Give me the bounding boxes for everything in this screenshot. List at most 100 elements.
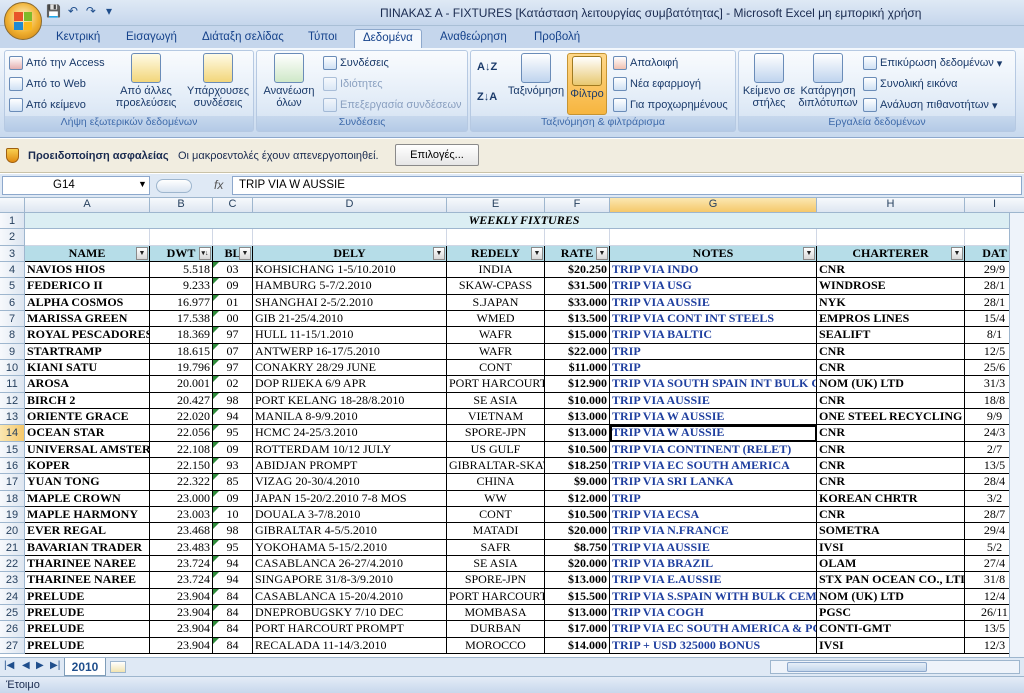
table-cell[interactable]: DNEPROBUGSKY 7/10 DEC [253, 604, 447, 622]
tab-data[interactable]: Δεδομένα [354, 29, 422, 48]
horizontal-scrollbar[interactable] [770, 660, 1020, 674]
table-cell[interactable]: 07 [213, 343, 253, 360]
table-cell[interactable]: NOM (UK) LTD [817, 588, 965, 605]
table-cell[interactable]: FEDERICO II [25, 278, 150, 295]
column-header-d[interactable]: D [253, 198, 447, 213]
table-cell[interactable]: ABIDJAN PROMPT [253, 457, 447, 475]
empty-cell[interactable] [25, 229, 150, 246]
table-cell[interactable]: 17.538 [150, 310, 213, 328]
clear-filter-button[interactable]: Απαλοιφή [613, 56, 678, 70]
table-cell[interactable]: MAPLE HARMONY [25, 506, 150, 524]
empty-cell[interactable] [545, 229, 610, 246]
table-cell[interactable]: AROSA [25, 376, 150, 393]
row-header[interactable]: 1 [0, 213, 25, 230]
row-header[interactable]: 27 [0, 637, 25, 654]
table-cell[interactable]: PORT KELANG 18-28/8.2010 [253, 392, 447, 409]
options-button[interactable]: Επιλογές... [395, 144, 479, 166]
table-cell[interactable]: KIANI SATU [25, 359, 150, 377]
last-sheet-icon[interactable]: ▶| [50, 660, 60, 671]
undo-icon[interactable]: ↶ [67, 4, 79, 18]
column-header-e[interactable]: E [447, 198, 545, 213]
header-cell-redely[interactable]: REDELY ▼ [447, 245, 545, 262]
table-cell[interactable]: 23.904 [150, 621, 213, 638]
name-box[interactable]: G14 [2, 176, 150, 195]
table-cell[interactable]: 16.977 [150, 294, 213, 311]
tab-formulas[interactable]: Τύποι [300, 29, 345, 48]
table-cell[interactable]: OCEAN STAR [25, 425, 150, 442]
table-cell[interactable]: SHANGHAI 2-5/2.2010 [253, 294, 447, 311]
table-cell[interactable]: 23.724 [150, 572, 213, 589]
table-cell[interactable]: CNR [817, 474, 965, 491]
table-cell[interactable]: 23.468 [150, 523, 213, 540]
table-cell[interactable]: $13.000 [545, 604, 610, 622]
row-header[interactable]: 11 [0, 376, 25, 393]
row-header[interactable]: 17 [0, 474, 25, 491]
row-header[interactable]: 26 [0, 621, 25, 638]
table-cell[interactable]: WW [447, 490, 545, 507]
table-cell[interactable]: KOHSICHANG 1-5/10.2010 [253, 261, 447, 279]
filter-dropdown-icon[interactable]: ▼ [433, 246, 445, 260]
table-cell[interactable]: $33.000 [545, 294, 610, 311]
table-cell[interactable]: STARTRAMP [25, 343, 150, 360]
remove-duplicates-button[interactable]: Κατάργηση διπλότυπων [797, 53, 859, 109]
table-cell[interactable]: PRELUDE [25, 604, 150, 622]
table-cell[interactable]: TRIP VIA COGH [610, 604, 817, 622]
table-cell[interactable]: SEALIFT [817, 327, 965, 344]
table-cell[interactable]: TRIP VIA AUSSIE [610, 392, 817, 409]
row-header[interactable]: 13 [0, 408, 25, 426]
table-cell[interactable]: $8.750 [545, 539, 610, 556]
table-cell[interactable]: 20.427 [150, 392, 213, 409]
row-header[interactable]: 10 [0, 359, 25, 377]
table-cell[interactable]: SAFR [447, 539, 545, 556]
table-cell[interactable]: EVER REGAL [25, 523, 150, 540]
from-access-button[interactable]: Από την Access [9, 56, 105, 70]
table-cell[interactable]: GIB 21-25/4.2010 [253, 310, 447, 328]
header-cell-rate[interactable]: RATE ▼ [545, 245, 610, 262]
from-text-button[interactable]: Από κείμενο [9, 98, 86, 112]
namebox-dropdown-icon[interactable]: ▼ [138, 179, 147, 189]
table-cell[interactable]: $15.000 [545, 327, 610, 344]
reapply-button[interactable]: Νέα εφαρμογή [613, 77, 701, 91]
header-cell-charterer[interactable]: CHARTERER ▼ [817, 245, 965, 262]
table-cell[interactable]: 18.615 [150, 343, 213, 360]
table-cell[interactable]: THARINEE NAREE [25, 555, 150, 573]
scrollbar-thumb[interactable] [787, 662, 927, 672]
empty-cell[interactable] [213, 229, 253, 246]
table-cell[interactable]: $9.000 [545, 474, 610, 491]
table-cell[interactable]: SINGAPORE 31/8-3/9.2010 [253, 572, 447, 589]
table-cell[interactable]: 09 [213, 441, 253, 458]
table-cell[interactable]: STX PAN OCEAN CO., LTD [817, 572, 965, 589]
table-cell[interactable]: 23.904 [150, 604, 213, 622]
tab-review[interactable]: Αναθεώρηση [432, 29, 515, 48]
column-header-b[interactable]: B [150, 198, 213, 213]
table-cell[interactable]: ALPHA COSMOS [25, 294, 150, 311]
sheet-tab-2010[interactable]: 2010 [64, 658, 106, 676]
table-cell[interactable]: TRIP VIA EC SOUTH AMERICA [610, 457, 817, 475]
table-cell[interactable]: THARINEE NAREE [25, 572, 150, 589]
table-cell[interactable]: $20.000 [545, 523, 610, 540]
formula-input[interactable]: TRIP VIA W AUSSIE [232, 176, 1022, 195]
table-cell[interactable]: CNR [817, 457, 965, 475]
table-cell[interactable]: VIETNAM [447, 408, 545, 426]
table-cell[interactable]: MATADI [447, 523, 545, 540]
row-header[interactable]: 24 [0, 588, 25, 605]
table-cell[interactable]: PORT HARCOURT [447, 588, 545, 605]
tab-page-layout[interactable]: Διάταξη σελίδας [194, 29, 292, 48]
table-cell[interactable]: CONT [447, 359, 545, 377]
table-cell[interactable]: 22.020 [150, 408, 213, 426]
row-header[interactable]: 19 [0, 506, 25, 524]
table-cell[interactable]: BAVARIAN TRADER [25, 539, 150, 556]
table-cell[interactable]: DURBAN [447, 621, 545, 638]
table-cell[interactable]: NOM (UK) LTD [817, 376, 965, 393]
table-cell[interactable]: 84 [213, 637, 253, 654]
whatif-analysis-button[interactable]: Ανάλυση πιθανοτήτων ▾ [863, 98, 997, 112]
table-cell[interactable]: SE ASIA [447, 392, 545, 409]
worksheet-grid[interactable]: A B C D E F G H I 1 2 3 4 5 6 7 8 9 10 11 12 13 14 15 16 17 18 19 20… [0, 198, 1024, 657]
table-cell[interactable]: PGSC [817, 604, 965, 622]
table-cell[interactable]: ROTTERDAM 10/12 JULY [253, 441, 447, 458]
table-cell[interactable]: 9.233 [150, 278, 213, 295]
table-cell[interactable]: US GULF [447, 441, 545, 458]
table-cell[interactable]: 09 [213, 278, 253, 295]
row-header[interactable]: 23 [0, 572, 25, 589]
vertical-scrollbar[interactable] [1009, 213, 1024, 657]
